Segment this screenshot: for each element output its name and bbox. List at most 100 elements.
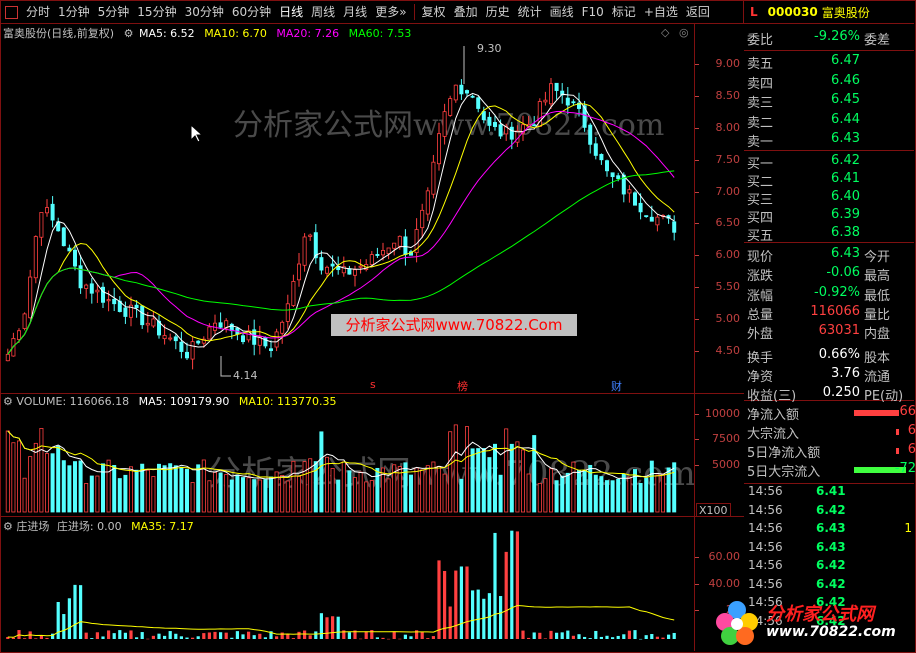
volume-bar[interactable] — [386, 478, 391, 513]
indicator-bar[interactable] — [398, 638, 402, 640]
candle-body[interactable] — [50, 203, 55, 221]
candle-body[interactable] — [173, 336, 178, 342]
indicator-bar[interactable] — [611, 637, 615, 639]
event-marker-cai[interactable]: 财 — [611, 378, 622, 394]
candle-body[interactable] — [73, 249, 78, 267]
volume-bar[interactable] — [229, 479, 234, 513]
mark-button[interactable]: 标记 — [608, 1, 640, 23]
indicator-bar[interactable] — [532, 632, 536, 639]
candle-body[interactable] — [207, 326, 212, 340]
indicator-bar[interactable] — [499, 596, 503, 639]
volume-bar[interactable] — [196, 464, 201, 513]
indicator-bar[interactable] — [207, 632, 211, 639]
volume-bar[interactable] — [84, 483, 89, 513]
candle-body[interactable] — [302, 236, 307, 266]
volume-bar[interactable] — [481, 448, 486, 513]
candlestick-chart[interactable] — [1, 24, 694, 393]
indicator-bar[interactable] — [510, 530, 514, 639]
candle-body[interactable] — [549, 83, 554, 105]
history-button[interactable]: 历史 — [482, 1, 514, 23]
candle-body[interactable] — [380, 250, 385, 256]
candle-body[interactable] — [605, 160, 610, 172]
volume-bar[interactable] — [173, 465, 178, 513]
candle-body[interactable] — [369, 254, 374, 265]
indicator-bar[interactable] — [577, 634, 581, 639]
volume-bar[interactable] — [627, 476, 632, 513]
volume-bar[interactable] — [549, 468, 554, 513]
volume-bar[interactable] — [33, 442, 38, 513]
candle-body[interactable] — [179, 341, 184, 352]
indicator-bar[interactable] — [191, 637, 195, 639]
volume-bar[interactable] — [106, 459, 111, 513]
indicator-bar[interactable] — [45, 637, 49, 639]
indicator-bar[interactable] — [247, 631, 251, 639]
event-marker-s[interactable]: s — [370, 378, 376, 391]
candle-body[interactable] — [95, 289, 100, 293]
indicator-bar[interactable] — [174, 633, 178, 639]
candle-body[interactable] — [672, 221, 677, 233]
candle-body[interactable] — [313, 232, 318, 259]
indicator-bar[interactable] — [471, 590, 475, 639]
candle-body[interactable] — [442, 111, 447, 137]
indicator-bar[interactable] — [594, 630, 598, 639]
candle-body[interactable] — [509, 126, 514, 140]
indicator-bar[interactable] — [409, 636, 413, 639]
candle-body[interactable] — [352, 269, 357, 276]
indicator-bar[interactable] — [650, 634, 654, 639]
indicator-bar[interactable] — [79, 585, 83, 639]
candle-body[interactable] — [5, 353, 10, 362]
candle-body[interactable] — [571, 101, 576, 104]
volume-bar[interactable] — [476, 448, 481, 513]
candle-body[interactable] — [492, 122, 497, 127]
candle-body[interactable] — [470, 95, 475, 98]
volume-bar[interactable] — [252, 479, 257, 513]
volume-bar[interactable] — [526, 473, 531, 513]
candle-body[interactable] — [532, 124, 537, 127]
draw-line-button[interactable]: 画线 — [546, 1, 578, 23]
candle-body[interactable] — [403, 236, 408, 255]
candle-body[interactable] — [616, 175, 621, 179]
indicator-bar[interactable] — [504, 551, 508, 639]
indicator-bar[interactable] — [571, 635, 575, 639]
volume-bar[interactable] — [621, 473, 626, 513]
volume-bar[interactable] — [324, 456, 329, 513]
period-1min[interactable]: 1分钟 — [54, 1, 94, 23]
indicator-bar[interactable] — [118, 630, 122, 639]
indicator-bar[interactable] — [465, 566, 469, 639]
indicator-bar[interactable] — [538, 632, 542, 639]
candle-body[interactable] — [543, 99, 548, 103]
indicator-bar[interactable] — [644, 635, 648, 639]
indicator-bar[interactable] — [420, 632, 424, 639]
candle-body[interactable] — [268, 348, 273, 351]
indicator-bar[interactable] — [459, 566, 463, 639]
candle-body[interactable] — [184, 351, 189, 359]
candle-body[interactable] — [358, 265, 363, 268]
candle-body[interactable] — [565, 97, 570, 106]
indicator-bar[interactable] — [308, 635, 312, 639]
indicator-bar[interactable] — [219, 632, 223, 639]
indicator-bar[interactable] — [286, 634, 290, 639]
indicator-bar[interactable] — [252, 635, 256, 639]
volume-bar[interactable] — [487, 457, 492, 513]
volume-bar[interactable] — [599, 476, 604, 513]
candle-body[interactable] — [330, 263, 335, 267]
indicator-bar[interactable] — [280, 632, 284, 639]
volume-bar[interactable] — [509, 443, 514, 513]
candle-body[interactable] — [89, 283, 94, 294]
indicator-bar[interactable] — [67, 598, 71, 639]
candle-body[interactable] — [464, 90, 469, 94]
volume-bar[interactable] — [532, 435, 537, 513]
volume-bar[interactable] — [134, 469, 139, 513]
indicator-bar[interactable] — [605, 635, 609, 639]
restore-rights-button[interactable]: 复权 — [418, 1, 450, 23]
volume-bar[interactable] — [101, 463, 106, 513]
candle-body[interactable] — [280, 321, 285, 334]
candle-body[interactable] — [308, 234, 313, 237]
indicator-bar[interactable] — [319, 613, 323, 639]
candle-body[interactable] — [291, 281, 296, 306]
volume-bar[interactable] — [459, 478, 464, 513]
candle-body[interactable] — [162, 335, 167, 340]
volume-bar[interactable] — [240, 477, 245, 513]
tick-row[interactable]: 14:56 6.43 1 — [744, 521, 914, 539]
volume-bar[interactable] — [403, 462, 408, 513]
